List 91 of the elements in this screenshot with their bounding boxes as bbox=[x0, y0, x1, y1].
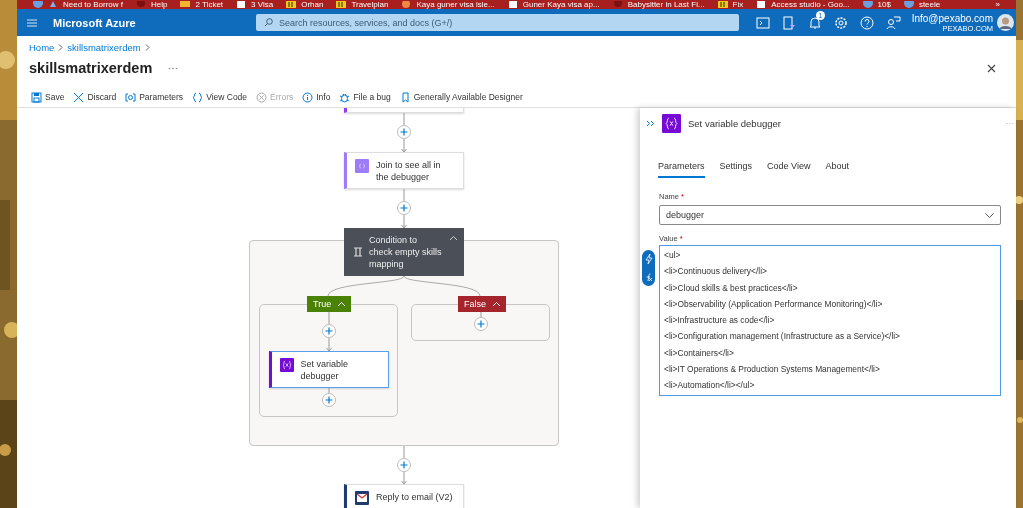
document-icon bbox=[507, 0, 518, 9]
connector-line bbox=[401, 189, 407, 201]
branch-label[interactable]: False bbox=[458, 296, 506, 312]
bookmark-link[interactable]: Babysitter in Last Fi... bbox=[627, 0, 705, 9]
bookmark-link[interactable]: Fix bbox=[732, 0, 744, 9]
tile-icon bbox=[717, 0, 728, 9]
search-field[interactable]: Search resources, services, and docs (G+/) bbox=[256, 14, 739, 31]
search-icon bbox=[264, 18, 273, 27]
connector-line bbox=[325, 388, 332, 393]
chevron-icon bbox=[58, 43, 64, 51]
connector-arrow bbox=[401, 215, 407, 228]
terminal-icon[interactable] bbox=[755, 14, 771, 31]
action-card[interactable]: Reply to email (V2) bbox=[344, 484, 464, 508]
variable-icon bbox=[662, 113, 681, 133]
breadcrumb-link[interactable]: Home bbox=[29, 41, 55, 53]
bookmark-link[interactable]: Access studio - Goo... bbox=[771, 0, 850, 9]
more-bookmarks-button[interactable]: » bbox=[995, 0, 1000, 9]
tab[interactable]: Parameters bbox=[658, 157, 705, 178]
value-editor[interactable]: <ul> <li>Continuous delivery</li> <li>Cloud skills & best practices</li> <li>Observability (Application Performance Monitoring)</li> <li>Infrastructure as code</li> <li>Configuration management (Infrastructure as a Service)</li> <li>Containers</li> <li>IT Operations & Production Systems Management</li> <li>Automation</li></ul> bbox=[659, 245, 1001, 396]
connector-line bbox=[477, 312, 484, 317]
variable-icon bbox=[279, 358, 294, 372]
bookmark-link[interactable]: Need to Borrow f bbox=[63, 0, 124, 9]
bookmark-link[interactable]: Travelplan bbox=[351, 0, 389, 9]
help-icon[interactable] bbox=[859, 14, 875, 31]
account-email[interactable]: Info@pexabo.com bbox=[911, 12, 993, 24]
variable-icon bbox=[355, 159, 369, 173]
toolbar-button[interactable]: View Code bbox=[192, 91, 248, 103]
settings-icon[interactable] bbox=[833, 14, 849, 31]
save-icon bbox=[31, 91, 42, 103]
add-step-button[interactable] bbox=[397, 125, 411, 139]
document-icon bbox=[756, 0, 767, 9]
bookmark-link[interactable]: Guner Kaya visa ap... bbox=[522, 0, 600, 9]
close-icon bbox=[73, 91, 85, 103]
tile-icon bbox=[336, 0, 347, 9]
avatar-icon[interactable] bbox=[997, 14, 1014, 31]
bookmark-link[interactable]: 2 Ticket bbox=[195, 0, 224, 9]
connector-line bbox=[401, 113, 407, 125]
brand-name: Microsoft Azure bbox=[53, 16, 137, 29]
panel-title[interactable]: Set variable debugger bbox=[688, 117, 781, 129]
lightning-icon[interactable] bbox=[644, 254, 653, 265]
bell-icon[interactable] bbox=[807, 14, 823, 31]
tile-icon bbox=[286, 0, 297, 9]
close-icon[interactable] bbox=[987, 63, 996, 73]
parameters-icon bbox=[125, 91, 137, 103]
toolbar-button[interactable]: Parameters bbox=[125, 91, 184, 103]
connector-line bbox=[325, 312, 332, 324]
bookmark-link[interactable]: 10$ bbox=[877, 0, 891, 9]
toolbar-button[interactable]: Save bbox=[31, 91, 65, 103]
more-icon[interactable] bbox=[168, 66, 179, 70]
connector-arrow bbox=[401, 139, 407, 152]
toolbar-button[interactable]: File a bug bbox=[339, 91, 391, 103]
name-dropdown[interactable]: debugger bbox=[659, 205, 1001, 225]
mail-icon bbox=[355, 491, 369, 505]
collapse-panel-icon[interactable] bbox=[646, 119, 655, 127]
bug-icon bbox=[339, 91, 351, 103]
bookmark-link[interactable]: Help bbox=[151, 0, 168, 9]
chevron-icon bbox=[144, 43, 150, 51]
toolbar-button[interactable]: Info bbox=[302, 91, 331, 103]
connector-line bbox=[401, 446, 407, 458]
bookmark-link[interactable]: Kaya guner visa isle... bbox=[416, 0, 495, 9]
action-card[interactable]: Set variable debugger bbox=[268, 351, 389, 388]
add-step-button[interactable] bbox=[397, 201, 411, 215]
directory-filter-icon[interactable] bbox=[781, 14, 797, 31]
breadcrumb-link[interactable]: skillsmatrixerdem bbox=[67, 41, 141, 53]
collapse-icon[interactable] bbox=[449, 235, 458, 241]
bookmark-icon bbox=[399, 91, 411, 103]
page-title: skillsmatrixerdem bbox=[29, 60, 153, 76]
add-step-button[interactable] bbox=[397, 458, 411, 472]
toolbar-button[interactable]: Discard bbox=[73, 91, 117, 103]
feedback-icon[interactable] bbox=[885, 14, 901, 31]
info-icon bbox=[302, 91, 314, 103]
connector-arrow bbox=[325, 338, 332, 351]
menu-icon[interactable] bbox=[27, 18, 37, 27]
bookmark-link[interactable]: 3 Visa bbox=[251, 0, 274, 9]
function-icon[interactable] bbox=[644, 272, 653, 282]
error-icon bbox=[256, 91, 268, 103]
bookmark-link[interactable]: Orhan bbox=[301, 0, 324, 9]
bookmark-link[interactable]: steele bbox=[918, 0, 941, 9]
branch-label[interactable]: True bbox=[307, 296, 352, 312]
action-card[interactable]: Join to see all in the debugger bbox=[344, 152, 464, 189]
tab[interactable]: Code View bbox=[767, 157, 811, 178]
condition-icon bbox=[353, 247, 363, 257]
toolbar-button[interactable]: Generally Available Designer bbox=[399, 91, 523, 103]
tab[interactable]: About bbox=[825, 157, 849, 178]
folder-icon bbox=[180, 0, 191, 9]
code-icon bbox=[192, 91, 204, 103]
connector-arrow bbox=[401, 472, 407, 484]
document-icon bbox=[236, 0, 247, 9]
condition-card[interactable]: Condition to check empty skills mapping bbox=[344, 228, 464, 276]
tab[interactable]: Settings bbox=[719, 157, 753, 178]
chevron-down-icon bbox=[985, 212, 994, 218]
